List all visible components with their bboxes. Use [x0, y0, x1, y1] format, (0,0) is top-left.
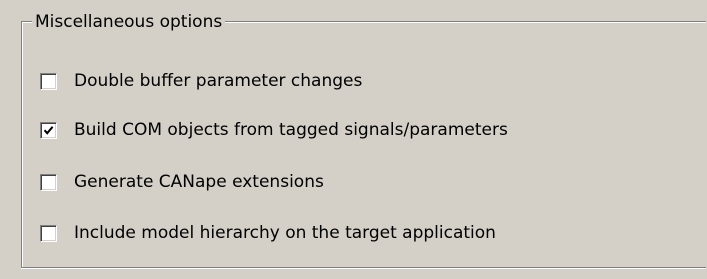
groupbox-title: Miscellaneous options	[32, 12, 226, 32]
double-buffer-checkbox[interactable]	[40, 72, 57, 90]
include-model-hierarchy-label: Include model hierarchy on the target ap…	[74, 223, 496, 243]
build-com-objects-checkbox[interactable]	[40, 121, 57, 139]
build-com-objects-label: Build COM objects from tagged signals/pa…	[74, 120, 508, 140]
include-model-hierarchy-checkbox[interactable]	[40, 224, 57, 242]
generate-canape-checkbox[interactable]	[40, 173, 57, 191]
option-build-com-objects[interactable]: Build COM objects from tagged signals/pa…	[40, 119, 508, 141]
option-double-buffer[interactable]: Double buffer parameter changes	[40, 70, 362, 92]
option-include-model-hierarchy[interactable]: Include model hierarchy on the target ap…	[40, 222, 496, 244]
double-buffer-label: Double buffer parameter changes	[74, 71, 363, 91]
option-generate-canape[interactable]: Generate CANape extensions	[40, 171, 324, 193]
check-mark-icon	[43, 125, 54, 135]
generate-canape-label: Generate CANape extensions	[74, 172, 324, 192]
